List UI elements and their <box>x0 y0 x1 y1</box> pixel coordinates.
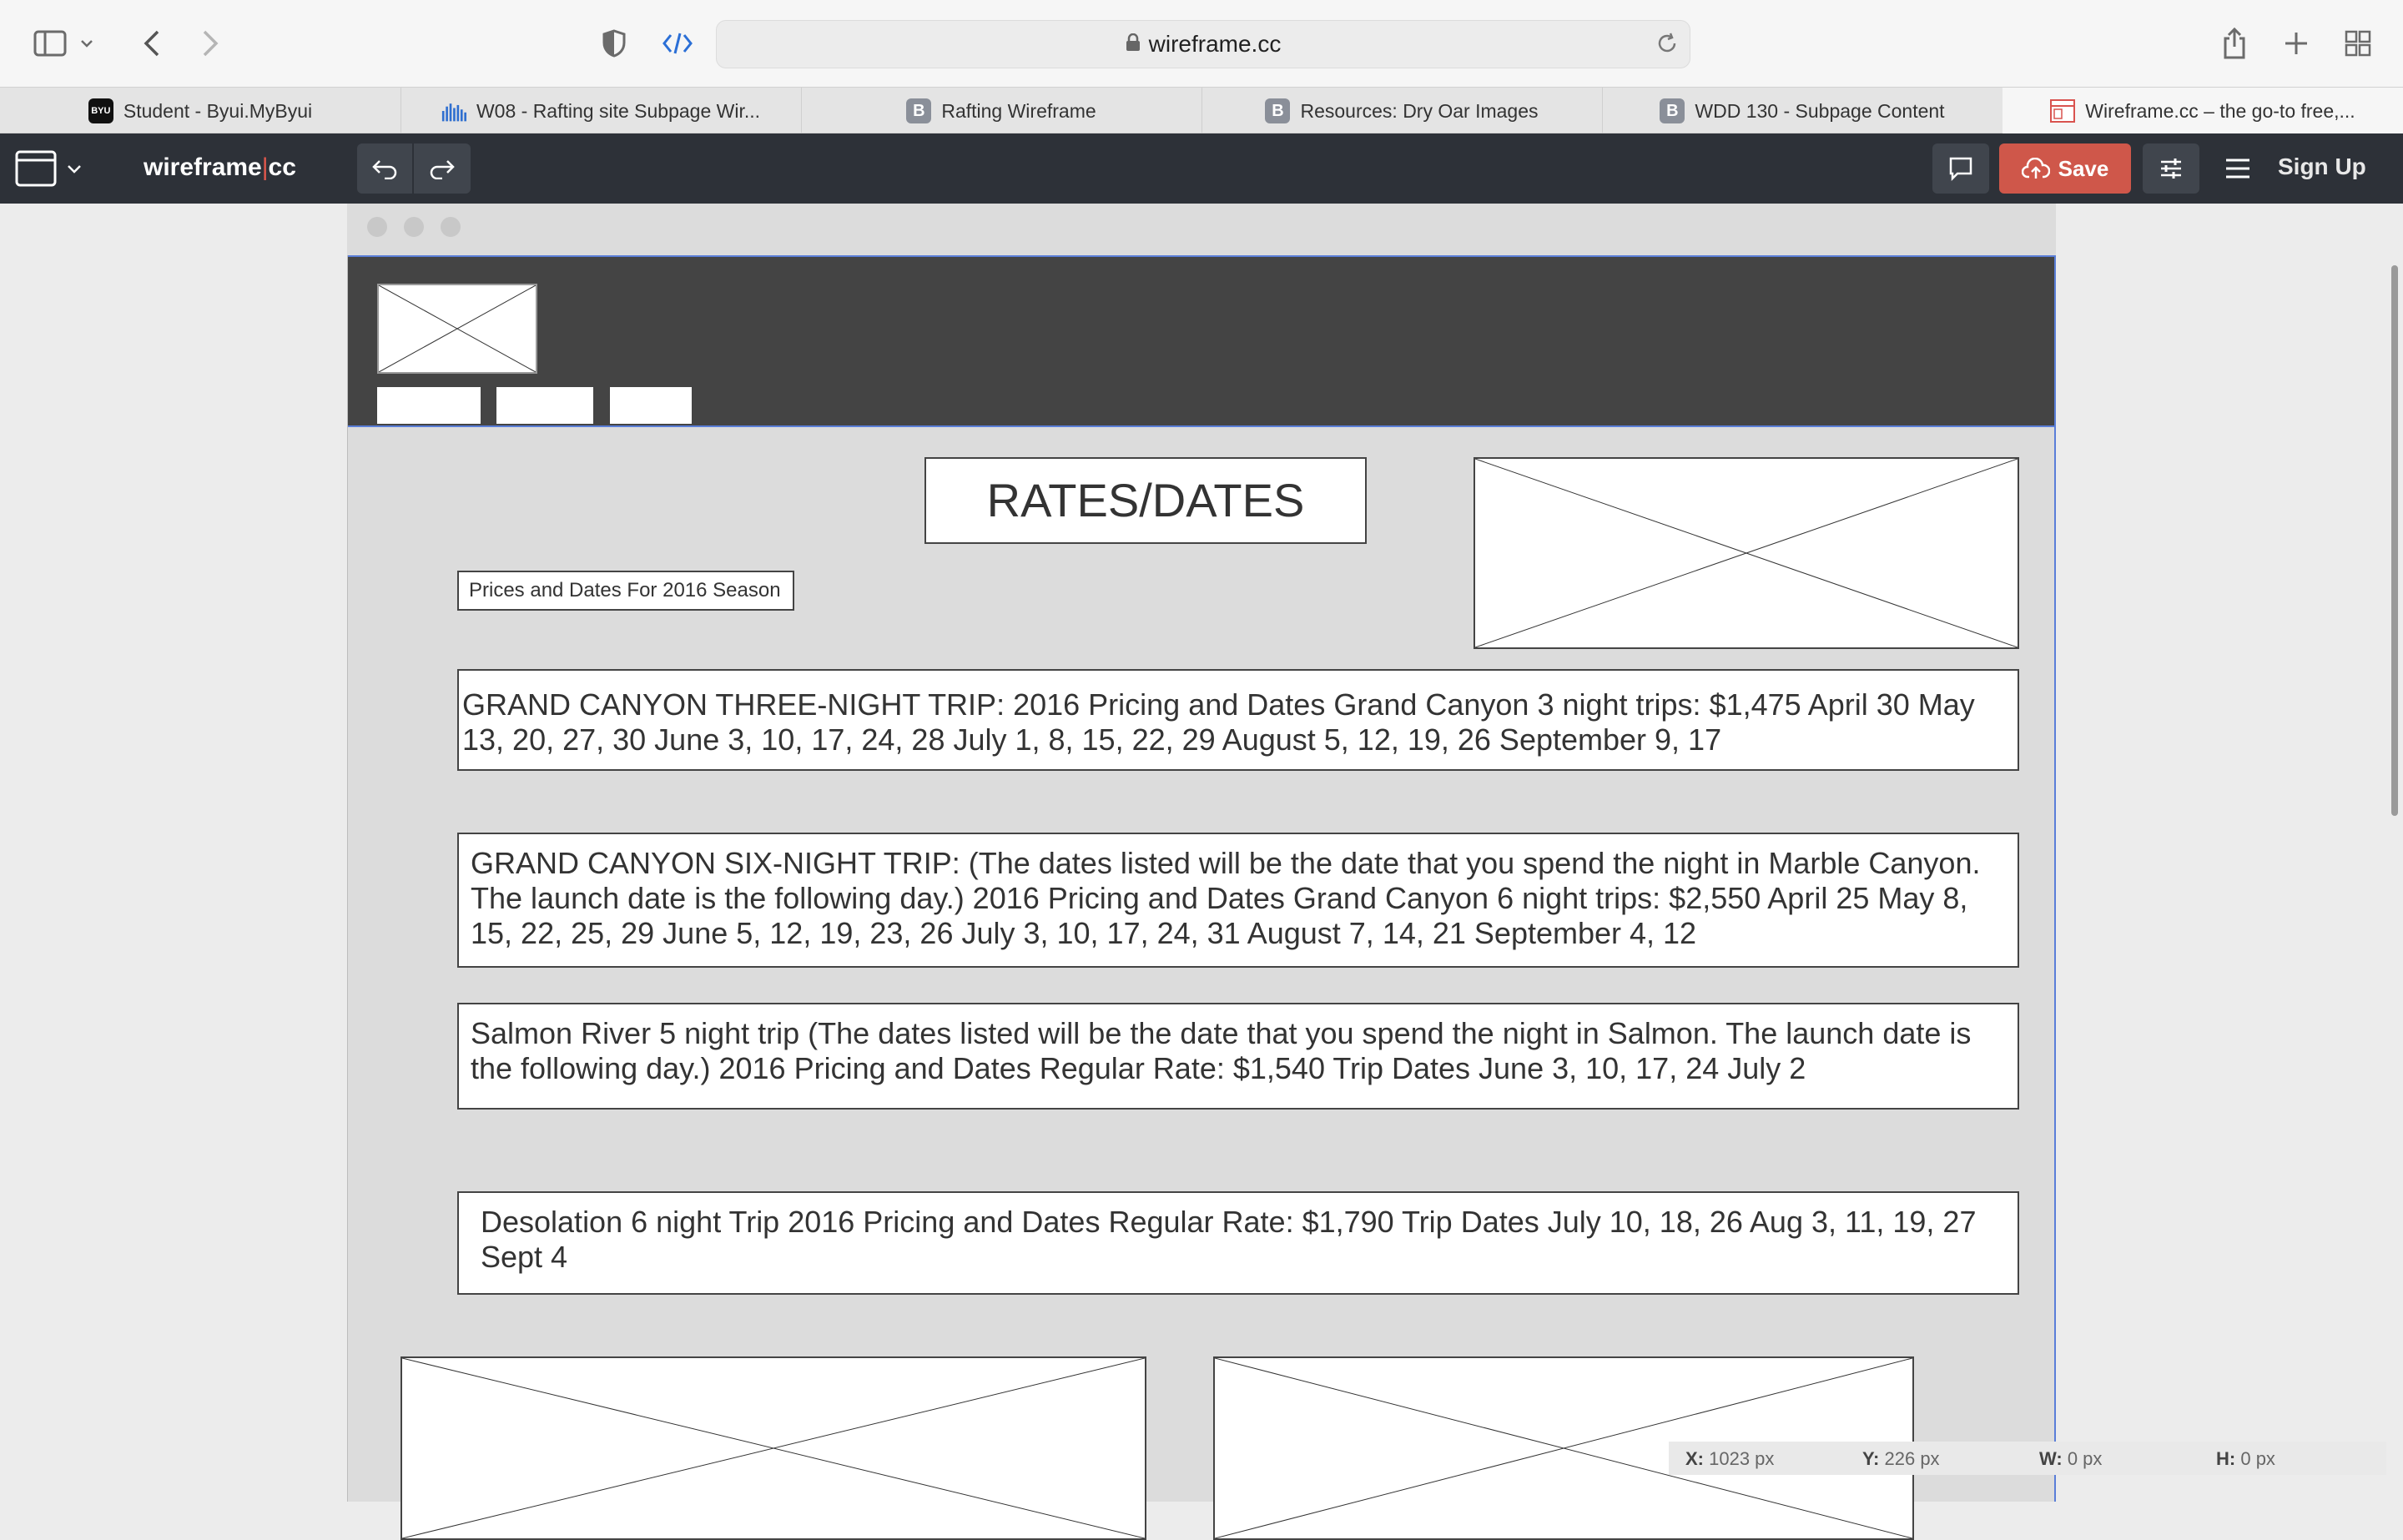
browser-toolbar: wireframe.cc <box>0 0 2403 87</box>
reload-icon[interactable] <box>1655 31 1680 62</box>
app-toolbar: wireframe|cc Save Sign Up <box>0 133 2403 204</box>
tab-student-byui[interactable]: BYU Student - Byui.MyByui <box>0 88 401 134</box>
tab-label: W08 - Rafting site Subpage Wir... <box>476 99 761 122</box>
trip-grand-canyon-6-night[interactable]: GRAND CANYON SIX-NIGHT TRIP: (The dates … <box>457 833 2019 968</box>
trip-desolation[interactable]: Desolation 6 night Trip 2016 Pricing and… <box>457 1191 2019 1295</box>
nav-item-placeholder[interactable] <box>377 387 481 424</box>
tab-label: Student - Byui.MyByui <box>123 99 313 122</box>
sidebar-toggle-icon[interactable] <box>30 23 70 63</box>
tab-overview-icon[interactable] <box>2338 23 2378 63</box>
share-icon[interactable] <box>2214 23 2254 63</box>
shield-icon[interactable] <box>594 23 634 63</box>
address-bar[interactable]: wireframe.cc <box>716 20 1690 68</box>
undo-button[interactable] <box>357 143 412 194</box>
page-subtitle[interactable]: Prices and Dates For 2016 Season <box>457 571 794 611</box>
browser-frame-titlebar <box>347 204 2056 255</box>
b-icon: B <box>906 98 932 123</box>
tab-label: Wireframe.cc – the go-to free,... <box>2085 99 2355 122</box>
settings-button[interactable] <box>2143 143 2199 194</box>
tab-wdd130[interactable]: B WDD 130 - Subpage Content <box>1602 88 2003 134</box>
byui-icon: BYU <box>88 98 113 123</box>
logo-image-placeholder[interactable] <box>377 284 537 374</box>
code-icon[interactable] <box>657 23 698 63</box>
b-icon: B <box>1660 98 1685 123</box>
bottom-image-placeholder-left[interactable] <box>400 1356 1146 1540</box>
lock-icon <box>1126 31 1141 58</box>
tab-wireframe-cc[interactable]: Wireframe.cc – the go-to free,... <box>2002 88 2403 134</box>
h-readout: H: 0 px <box>2216 1448 2275 1469</box>
redo-icon <box>430 160 455 179</box>
scrollbar[interactable] <box>2391 265 2398 816</box>
tab-label: WDD 130 - Subpage Content <box>1695 99 1945 122</box>
x-readout: X: 1023 px <box>1685 1448 1775 1469</box>
tab-bar: BYU Student - Byui.MyByui W08 - Rafting … <box>0 87 2403 134</box>
forward-icon[interactable] <box>190 23 230 63</box>
wireframe-icon <box>2050 98 2076 123</box>
chart-bars-icon <box>441 98 466 123</box>
url-text: wireframe.cc <box>1148 31 1282 57</box>
nav-item-placeholder[interactable] <box>610 387 692 424</box>
tab-label: Rafting Wireframe <box>941 99 1096 122</box>
sign-up-link[interactable]: Sign Up <box>2278 153 2366 180</box>
menu-icon[interactable] <box>2224 157 2251 184</box>
logo-text-right: cc <box>268 153 296 181</box>
nav-item-placeholder[interactable] <box>496 387 593 424</box>
undo-icon <box>372 160 397 179</box>
app-logo[interactable]: wireframe|cc <box>144 153 296 182</box>
cloud-upload-icon <box>2021 158 2050 179</box>
hero-image-placeholder[interactable] <box>1474 457 2019 649</box>
window-dot <box>367 217 387 237</box>
y-readout: Y: 226 px <box>1862 1448 1940 1469</box>
sliders-icon <box>2161 159 2181 179</box>
trip-grand-canyon-3-night[interactable]: GRAND CANYON THREE-NIGHT TRIP: 2016 Pric… <box>457 669 2019 771</box>
new-tab-icon[interactable] <box>2276 23 2316 63</box>
trip-salmon-river[interactable]: Salmon River 5 night trip (The dates lis… <box>457 1003 2019 1110</box>
b-icon: B <box>1265 98 1291 123</box>
redo-button[interactable] <box>414 143 471 194</box>
coordinates-readout: X: 1023 px Y: 226 px W: 0 px H: 0 px <box>1669 1442 2386 1475</box>
window-dot <box>441 217 461 237</box>
w-readout: W: 0 px <box>2039 1448 2103 1469</box>
comment-icon <box>1949 157 1972 181</box>
save-label: Save <box>2058 155 2109 181</box>
comment-button[interactable] <box>1932 143 1989 194</box>
tab-dry-oar-images[interactable]: B Resources: Dry Oar Images <box>1202 88 1603 134</box>
tab-w08-rafting[interactable]: W08 - Rafting site Subpage Wir... <box>400 88 802 134</box>
chevron-down-icon[interactable] <box>67 164 82 179</box>
tab-rafting-wireframe[interactable]: B Rafting Wireframe <box>801 88 1202 134</box>
window-icon[interactable] <box>15 150 57 191</box>
save-button[interactable]: Save <box>1999 143 2131 194</box>
window-dot <box>404 217 424 237</box>
chevron-down-icon[interactable] <box>75 23 98 63</box>
header-band[interactable] <box>348 255 2054 427</box>
back-icon[interactable] <box>132 23 172 63</box>
tab-label: Resources: Dry Oar Images <box>1300 99 1539 122</box>
logo-text-left: wireframe <box>144 153 262 181</box>
page-title[interactable]: RATES/DATES <box>924 457 1367 544</box>
